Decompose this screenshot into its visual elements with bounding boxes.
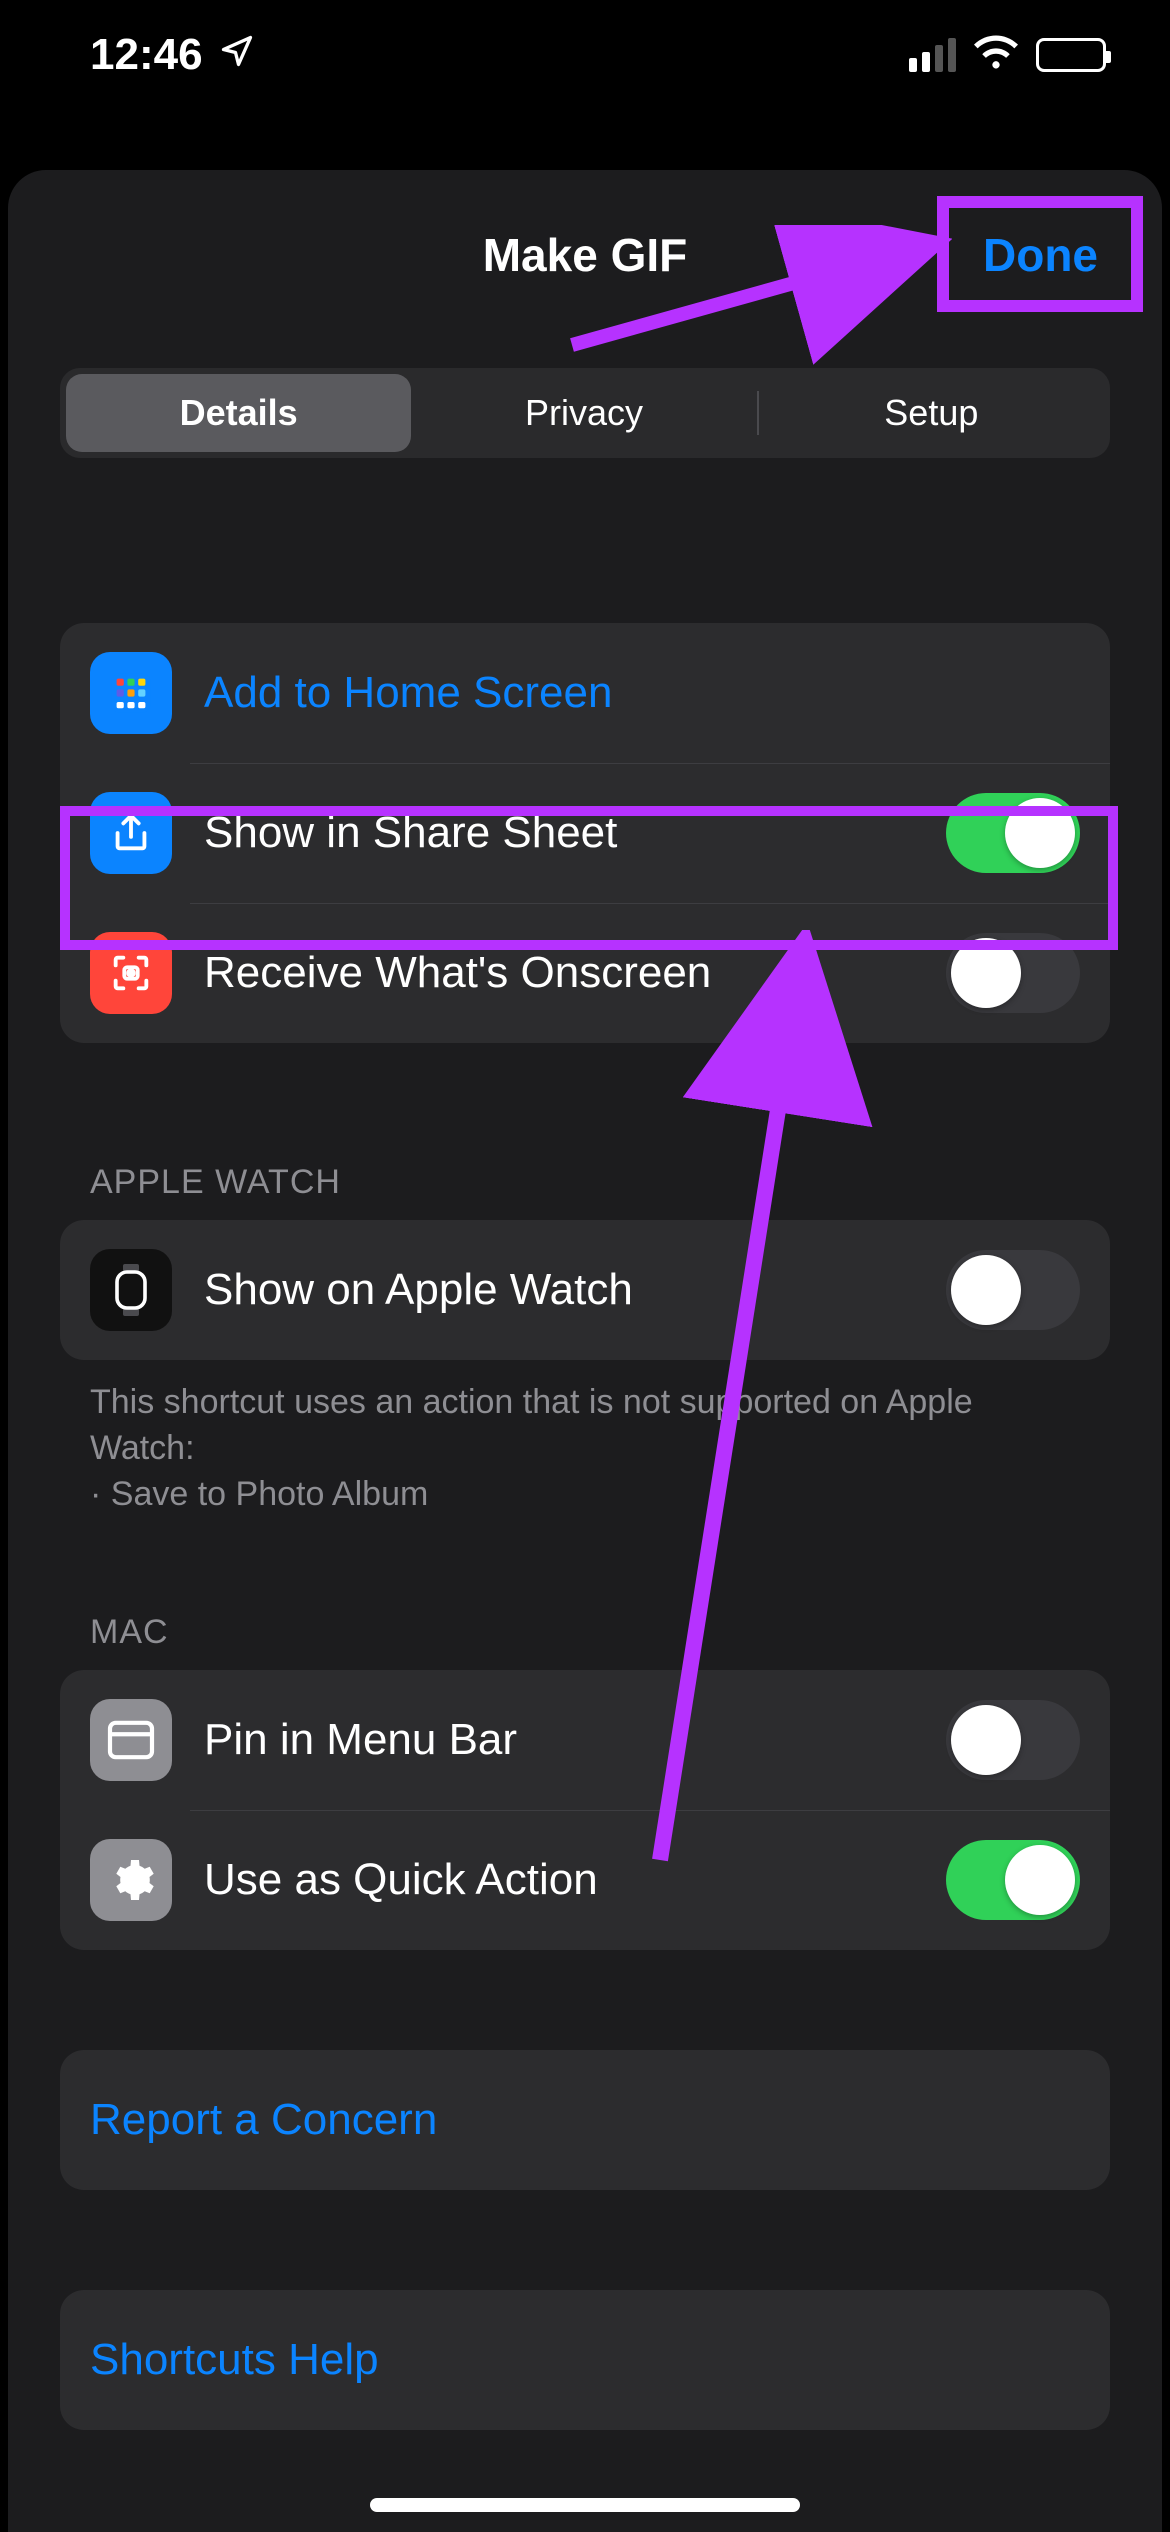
pin-menu-toggle[interactable] (946, 1700, 1080, 1780)
row-apple-watch[interactable]: Show on Apple Watch (60, 1220, 1110, 1360)
footer-apple-watch: This shortcut uses an action that is not… (90, 1380, 1080, 1518)
row-label: Receive What's Onscreen (204, 948, 946, 998)
tab-details[interactable]: Details (66, 374, 411, 452)
group-help: Shortcuts Help (60, 2290, 1110, 2430)
header-mac: MAC (90, 1613, 1110, 1652)
battery-icon (1036, 38, 1106, 72)
share-icon (90, 792, 172, 874)
row-label: Add to Home Screen (204, 668, 1080, 718)
group-report: Report a Concern (60, 2050, 1110, 2190)
row-label: Show in Share Sheet (204, 808, 946, 858)
location-icon (219, 30, 255, 80)
row-label: Show on Apple Watch (204, 1265, 946, 1315)
window-icon (90, 1699, 172, 1781)
group-apple-watch: Show on Apple Watch (60, 1220, 1110, 1360)
row-pin-menu-bar[interactable]: Pin in Menu Bar (60, 1670, 1110, 1810)
wifi-icon (974, 30, 1018, 80)
row-label: Shortcuts Help (90, 2335, 1080, 2385)
row-add-home-screen[interactable]: Add to Home Screen (60, 623, 1110, 763)
home-indicator[interactable] (370, 2498, 800, 2512)
apple-watch-toggle[interactable] (946, 1250, 1080, 1330)
capture-icon (90, 932, 172, 1014)
row-quick-action[interactable]: Use as Quick Action (60, 1810, 1110, 1950)
row-label: Use as Quick Action (204, 1855, 946, 1905)
status-bar: 12:46 (0, 0, 1170, 110)
page-title: Make GIF (483, 228, 688, 282)
share-sheet-toggle[interactable] (946, 793, 1080, 873)
header-apple-watch: APPLE WATCH (90, 1163, 1110, 1202)
nav-bar: Make GIF Done (8, 200, 1162, 310)
done-button[interactable]: Done (955, 210, 1126, 300)
group-general: Add to Home Screen Show in Share Sheet (60, 623, 1110, 1043)
settings-sheet: Make GIF Done Details Privacy Setup (8, 170, 1162, 2532)
home-screen-icon (90, 652, 172, 734)
gear-icon (90, 1839, 172, 1921)
segmented-control[interactable]: Details Privacy Setup (60, 368, 1110, 458)
watch-icon (90, 1249, 172, 1331)
group-mac: Pin in Menu Bar Use as Quick Action (60, 1670, 1110, 1950)
status-time: 12:46 (90, 30, 203, 80)
row-label: Pin in Menu Bar (204, 1715, 946, 1765)
row-share-sheet[interactable]: Show in Share Sheet (60, 763, 1110, 903)
quick-action-toggle[interactable] (946, 1840, 1080, 1920)
row-label: Report a Concern (90, 2095, 1080, 2145)
cellular-icon (909, 38, 956, 72)
tab-setup[interactable]: Setup (759, 374, 1104, 452)
row-report-concern[interactable]: Report a Concern (60, 2050, 1110, 2190)
receive-onscreen-toggle[interactable] (946, 933, 1080, 1013)
tab-privacy[interactable]: Privacy (411, 374, 756, 452)
row-shortcuts-help[interactable]: Shortcuts Help (60, 2290, 1110, 2430)
row-receive-onscreen[interactable]: Receive What's Onscreen (60, 903, 1110, 1043)
